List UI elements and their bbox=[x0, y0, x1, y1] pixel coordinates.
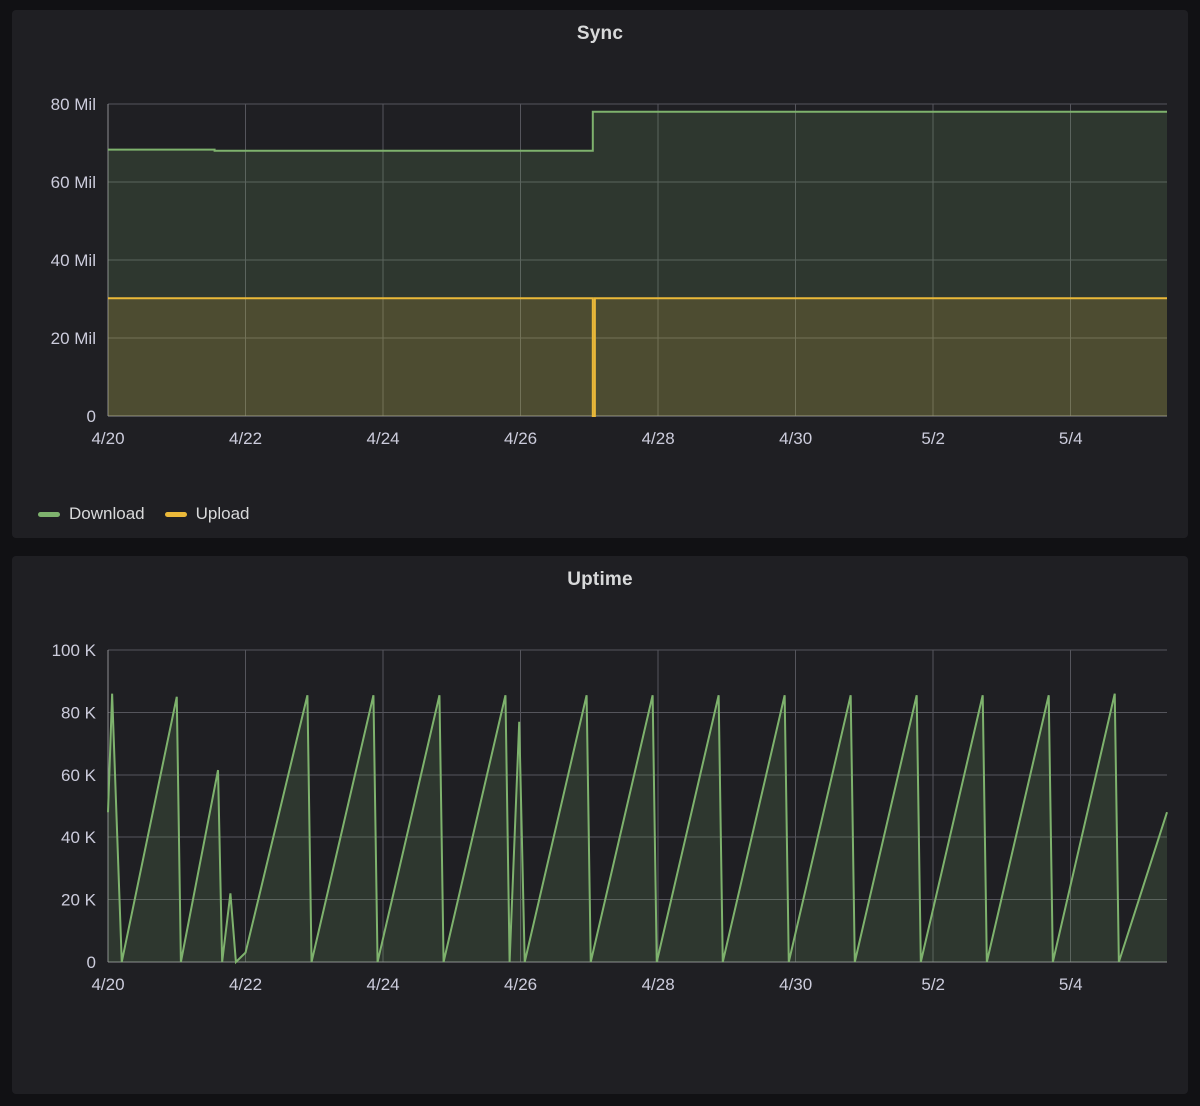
panel-title-uptime: Uptime bbox=[567, 569, 633, 590]
y-axis-tick-label: 0 bbox=[87, 407, 96, 426]
y-axis-tick-label: 40 Mil bbox=[51, 251, 96, 270]
x-axis-tick-label: 4/28 bbox=[642, 975, 675, 994]
panel-uptime[interactable]: Uptime 0 20 K 40 K 60 K 80 K 100 K 4/20 4/22 4/2… bbox=[12, 556, 1188, 1094]
panel-sync[interactable]: Sync 0 20 Mil 40 Mil 60 Mil 80 Mil 4/20 4/22 4/… bbox=[12, 10, 1188, 538]
y-axis-tick-label: 40 K bbox=[61, 828, 97, 847]
y-axis-tick-label: 0 bbox=[87, 953, 96, 972]
series-area-uptime bbox=[108, 693, 1167, 962]
x-axis-tick-label: 5/2 bbox=[921, 975, 945, 994]
x-axis-tick-label: 4/22 bbox=[229, 429, 262, 448]
series-area-upload bbox=[108, 298, 1167, 416]
y-axis-tick-label: 60 K bbox=[61, 766, 97, 785]
y-axis-tick-label: 80 K bbox=[61, 703, 97, 722]
x-axis-tick-label: 4/30 bbox=[779, 975, 812, 994]
legend-swatch-icon bbox=[164, 511, 187, 517]
y-axis-tick-label: 20 Mil bbox=[51, 329, 96, 348]
y-axis-tick-label: 20 K bbox=[61, 891, 97, 910]
x-axis-tick-label: 5/2 bbox=[921, 429, 945, 448]
dashboard-root: Sync 0 20 Mil 40 Mil 60 Mil 80 Mil 4/20 4/22 4/… bbox=[0, 0, 1200, 1106]
x-axis-tick-label: 4/22 bbox=[229, 975, 262, 994]
x-axis-tick-label: 4/24 bbox=[367, 975, 400, 994]
legend-swatch-icon bbox=[38, 511, 60, 517]
legend-label: Upload bbox=[195, 504, 250, 523]
x-axis-tick-label: 5/4 bbox=[1059, 975, 1083, 994]
x-axis-tick-label: 4/26 bbox=[504, 975, 537, 994]
chart-sync[interactable]: 0 20 Mil 40 Mil 60 Mil 80 Mil 4/20 4/22 4/24 4/2… bbox=[12, 68, 1188, 478]
chart-sync-svg: 0 20 Mil 40 Mil 60 Mil 80 Mil 4/20 4/22 4/24 4/2… bbox=[51, 95, 1167, 448]
x-axis-tick-label: 4/24 bbox=[367, 429, 400, 448]
x-axis-tick-label: 4/20 bbox=[91, 429, 124, 448]
legend-sync: Download Upload bbox=[38, 504, 249, 524]
chart-uptime[interactable]: 0 20 K 40 K 60 K 80 K 100 K 4/20 4/22 4/24 4/26 4/… bbox=[12, 614, 1188, 1024]
legend-item-download[interactable]: Download bbox=[38, 504, 145, 524]
y-axis-tick-label: 80 Mil bbox=[51, 95, 96, 114]
panel-title-sync: Sync bbox=[576, 23, 624, 44]
y-axis-tick-label: 100 K bbox=[52, 641, 97, 660]
chart-uptime-svg: 0 20 K 40 K 60 K 80 K 100 K 4/20 4/22 4/24 4/26 4/… bbox=[52, 641, 1168, 994]
legend-item-upload[interactable]: Upload bbox=[164, 504, 250, 524]
y-axis-tick-label: 60 Mil bbox=[51, 173, 96, 192]
x-axis-tick-label: 5/4 bbox=[1059, 429, 1083, 448]
x-axis-tick-label: 4/28 bbox=[642, 429, 675, 448]
legend-label: Download bbox=[69, 504, 145, 523]
x-axis-tick-label: 4/20 bbox=[91, 975, 124, 994]
x-axis-tick-label: 4/26 bbox=[504, 429, 537, 448]
x-axis-tick-label: 4/30 bbox=[779, 429, 812, 448]
